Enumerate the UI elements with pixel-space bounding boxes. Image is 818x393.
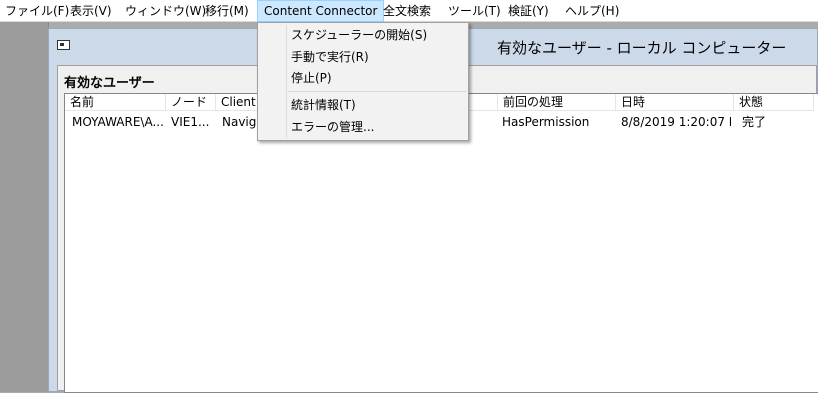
child-window-title: 有効なユーザー - ローカル コンピューター — [497, 39, 787, 57]
window-icon[interactable] — [57, 40, 70, 50]
menu-item-run-manually[interactable]: 手動で実行(R) — [291, 47, 369, 67]
menu-item-statistics[interactable]: 統計情報(T) — [291, 95, 356, 115]
menu-view[interactable]: 表示(V) — [67, 0, 115, 22]
menu-file[interactable]: ファイル(F) — [2, 0, 72, 22]
menu-verify[interactable]: 検証(Y) — [505, 0, 552, 22]
column-header-last-process[interactable]: 前回の処理 — [498, 94, 616, 111]
cell-datetime: 8/8/2019 1:20:07 PM — [621, 115, 731, 129]
content-connector-dropdown: スケジューラーの開始(S) 手動で実行(R) 停止(P) 統計情報(T) エラー… — [257, 22, 469, 141]
menu-tools[interactable]: ツール(T) — [445, 0, 504, 22]
menu-separator — [288, 91, 466, 92]
menu-help[interactable]: ヘルプ(H) — [562, 0, 622, 22]
mdi-background — [0, 22, 49, 392]
menu-window[interactable]: ウィンドウ(W) — [122, 0, 209, 22]
column-header-status[interactable]: 状態 — [734, 94, 814, 111]
column-header-name[interactable]: 名前 — [65, 94, 166, 111]
menu-gutter — [286, 25, 287, 138]
cell-status: 完了 — [742, 115, 767, 129]
menu-item-manage-errors[interactable]: エラーの管理... — [291, 117, 374, 137]
menu-bar: ファイル(F) 表示(V) ウィンドウ(W) 移行(M) Content Con… — [0, 0, 818, 22]
cell-last-process: HasPermission — [502, 115, 590, 129]
menu-migrate[interactable]: 移行(M) — [202, 0, 252, 22]
cell-name: MOYAWARE\A... — [72, 115, 164, 129]
cell-node: VIE1... — [171, 115, 210, 129]
menu-item-stop[interactable]: 停止(P) — [291, 68, 332, 88]
menu-content-connector[interactable]: Content Connector — [257, 0, 385, 22]
column-header-datetime[interactable]: 日時 — [616, 94, 734, 111]
menu-item-start-scheduler[interactable]: スケジューラーの開始(S) — [291, 25, 427, 45]
menu-fulltext-search[interactable]: 全文検索 — [380, 0, 434, 22]
column-header-node[interactable]: ノード — [166, 94, 216, 111]
group-label: 有効なユーザー — [64, 76, 155, 91]
